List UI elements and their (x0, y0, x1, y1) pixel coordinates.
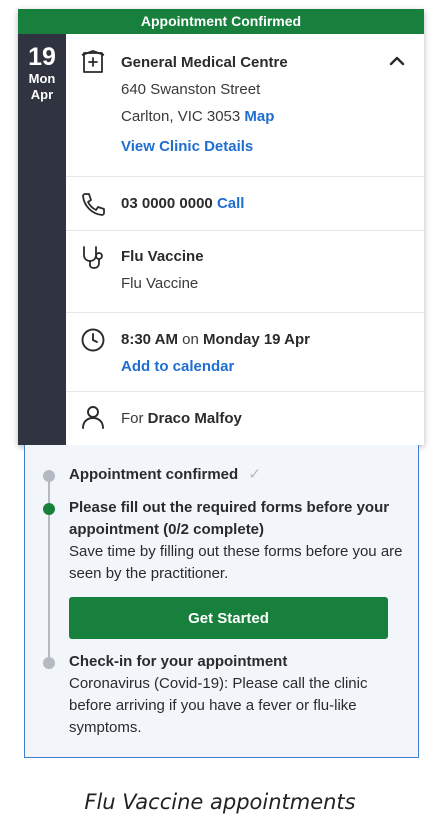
call-link[interactable]: Call (217, 195, 245, 212)
step-confirmed-title: Appointment confirmed (69, 466, 239, 483)
appointment-date: Monday 19 Apr (203, 331, 310, 348)
step-dot-checkin (43, 657, 55, 669)
date-weekday: Mon (28, 71, 56, 86)
user-icon (82, 406, 104, 429)
view-clinic-details-link[interactable]: View Clinic Details (121, 133, 414, 160)
patient-text: For Draco Malfoy (121, 405, 414, 432)
step-forms: Please fill out the required forms befor… (69, 497, 404, 585)
phone-row: 03 0000 0000 Call (66, 177, 424, 231)
patient-row: For Draco Malfoy (66, 392, 424, 445)
time-row: 8:30 AM on Monday 19 Apr Add to calendar (66, 313, 424, 392)
clinic-row: General Medical Centre 640 Swanston Stre… (66, 34, 424, 177)
check-icon: ✓ (248, 466, 261, 483)
service-text: Flu Vaccine Flu Vaccine (121, 243, 414, 297)
clinic-address-line1: 640 Swanston Street (121, 81, 261, 98)
time-line: 8:30 AM on Monday 19 Apr (121, 326, 414, 353)
step-dot-confirmed (43, 470, 55, 482)
time-on: on (182, 331, 199, 348)
appointment-steps: Appointment confirmed ✓ Please fill out … (24, 445, 419, 758)
time-text: 8:30 AM on Monday 19 Apr Add to calendar (121, 326, 414, 380)
service-name: Flu Vaccine (121, 248, 204, 265)
add-to-calendar-link[interactable]: Add to calendar (121, 353, 414, 380)
patient-for: For (121, 410, 144, 427)
get-started-button[interactable]: Get Started (69, 597, 388, 639)
step-checkin: Check-in for your appointment Coronaviru… (69, 651, 404, 739)
map-link[interactable]: Map (244, 108, 274, 125)
appointment-card: Appointment Confirmed 19 Mon Apr General… (18, 9, 424, 445)
phone-number: 03 0000 0000 (121, 195, 213, 212)
confirmation-banner: Appointment Confirmed (18, 9, 424, 34)
service-subtitle: Flu Vaccine (121, 275, 199, 292)
chevron-up-icon[interactable] (388, 54, 406, 68)
date-column: 19 Mon Apr (18, 34, 66, 445)
patient-name: Draco Malfoy (147, 410, 242, 427)
phone-text: 03 0000 0000 Call (121, 190, 414, 217)
clinic-name: General Medical Centre (121, 54, 288, 71)
step-forms-title: Please fill out the required forms befor… (69, 499, 390, 538)
clinic-text: General Medical Centre 640 Swanston Stre… (121, 49, 414, 160)
step-checkin-title: Check-in for your appointment (69, 653, 288, 670)
date-month: Apr (30, 87, 54, 102)
stethoscope-icon (83, 246, 103, 269)
timeline-line (48, 470, 50, 665)
step-dot-forms (43, 503, 55, 515)
caption: Flu Vaccine appointments (84, 790, 356, 814)
hospital-icon (81, 50, 105, 73)
card-body: 19 Mon Apr General Medical Centre 640 Sw… (18, 34, 424, 445)
service-row: Flu Vaccine Flu Vaccine (66, 231, 424, 313)
appointment-details: General Medical Centre 640 Swanston Stre… (66, 34, 424, 445)
appointment-time: 8:30 AM (121, 331, 178, 348)
step-forms-desc: Save time by filling out these forms bef… (69, 543, 403, 582)
clock-icon (81, 328, 105, 352)
phone-icon (82, 193, 105, 216)
clinic-address-line2-wrap: Carlton, VIC 3053 Map (121, 103, 414, 130)
clinic-address-line2: Carlton, VIC 3053 (121, 108, 241, 125)
date-day: 19 (28, 43, 56, 71)
step-confirmed: Appointment confirmed ✓ (69, 464, 404, 486)
step-checkin-desc: Coronavirus (Covid-19): Please call the … (69, 675, 368, 736)
